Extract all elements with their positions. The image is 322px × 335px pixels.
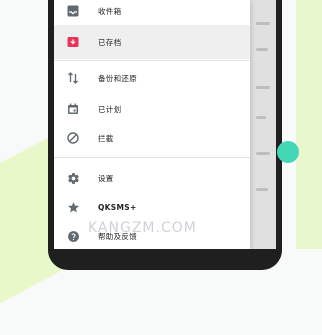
backup-restore-icon <box>66 71 80 85</box>
nav-item-label: 收件箱 <box>98 6 122 16</box>
nav-item-label: 备份和还原 <box>98 73 137 83</box>
help-icon <box>66 229 80 243</box>
nav-item-inbox[interactable]: 收件箱 <box>54 0 250 28</box>
floating-dot <box>277 141 299 163</box>
nav-item-label: 设置 <box>98 173 114 183</box>
scheduled-icon <box>66 102 80 116</box>
divider <box>54 157 250 158</box>
dimmed-conversation-list <box>250 0 276 249</box>
nav-item-backup-restore[interactable]: 备份和还原 <box>54 61 250 95</box>
nav-item-label: 已存档 <box>98 37 122 47</box>
nav-item-label: 拦截 <box>98 133 114 143</box>
archive-icon <box>66 35 80 49</box>
navigation-drawer: 收件箱 已存档 备份和还原 已计划 拦截 设置 QKSMS+ 帮助及反馈 <box>54 0 250 249</box>
inbox-icon <box>66 4 80 18</box>
phone-screen: 收件箱 已存档 备份和还原 已计划 拦截 设置 QKSMS+ 帮助及反馈 <box>54 0 276 249</box>
block-icon <box>66 131 80 145</box>
gear-icon <box>66 171 80 185</box>
nav-item-label: QKSMS+ <box>98 202 137 212</box>
background-strip <box>296 0 322 249</box>
nav-item-label: 已计划 <box>98 104 122 114</box>
nav-item-archived[interactable]: 已存档 <box>54 25 250 59</box>
watermark: KANGZM.COM <box>88 220 197 236</box>
nav-item-blocking[interactable]: 拦截 <box>54 121 250 155</box>
star-icon <box>66 200 80 214</box>
